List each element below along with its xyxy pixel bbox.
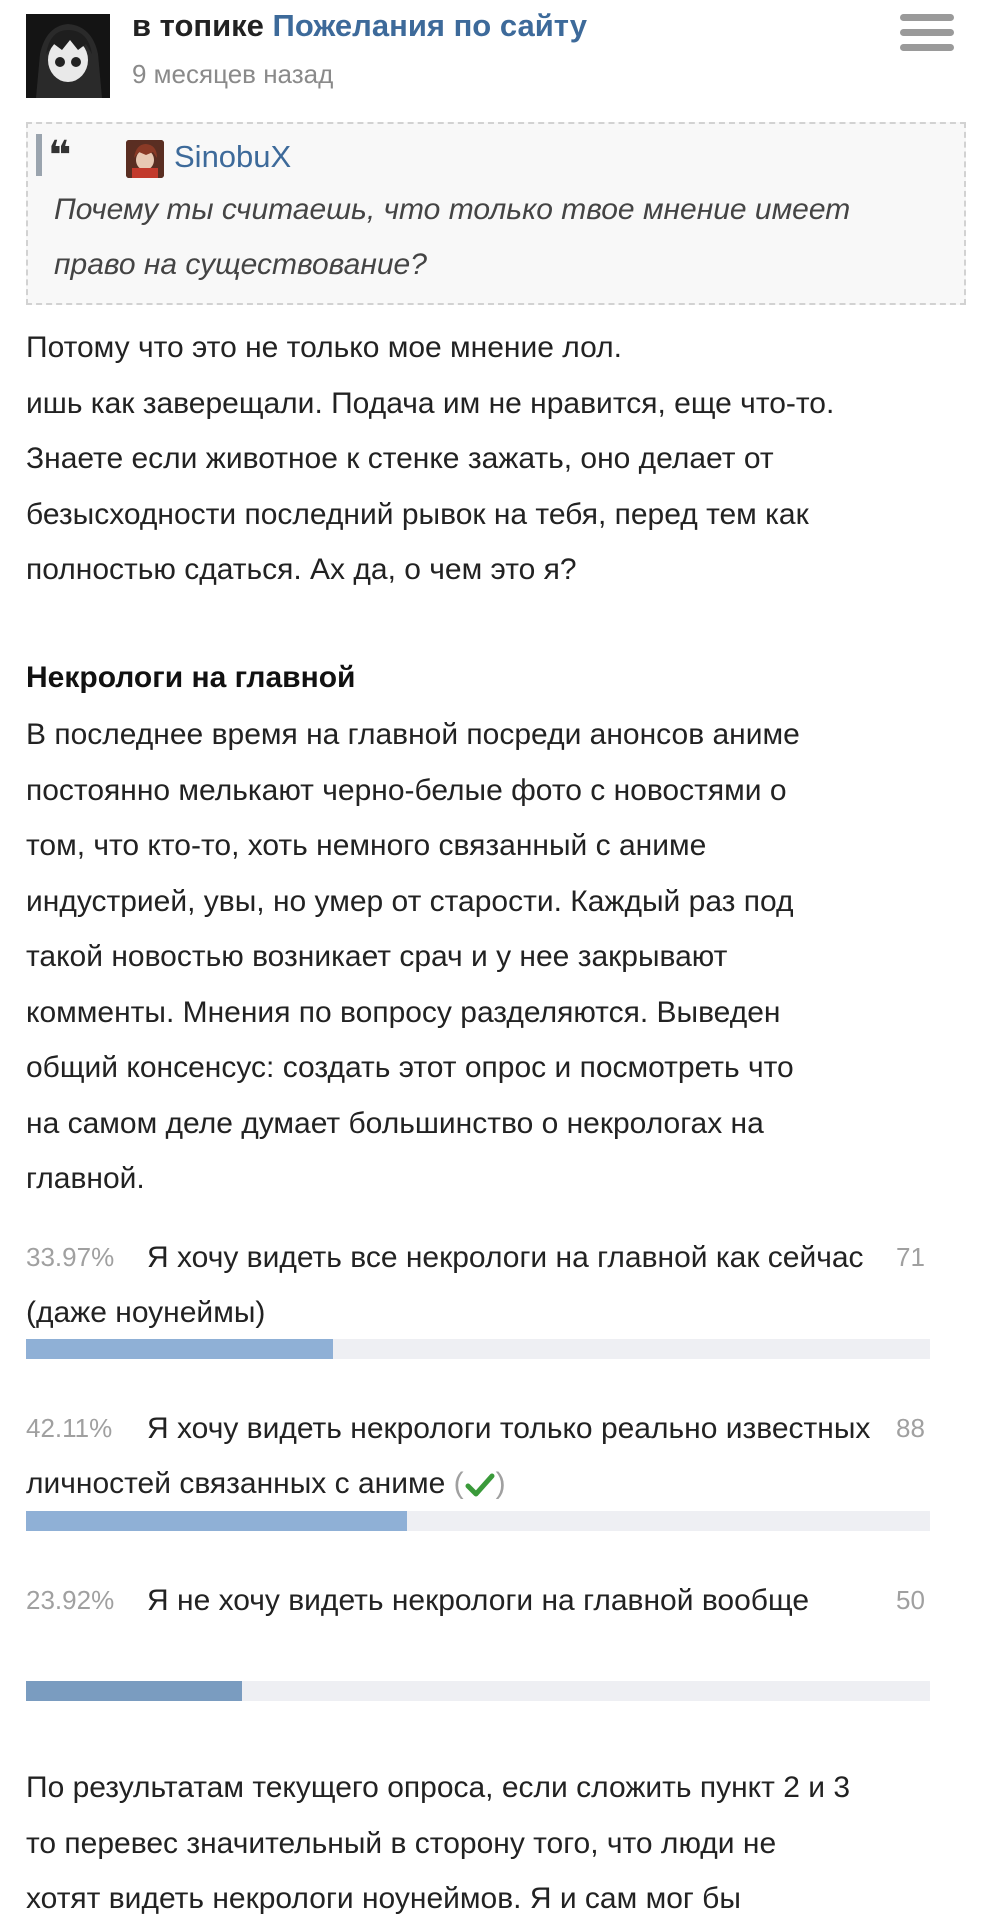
topic-header: в топике Пожелания по сайту (132, 6, 587, 46)
post-line: индустрией, увы, но умер от старости. Ка… (26, 884, 794, 918)
quote-text: Почему ты считаешь, что только твое мнен… (54, 193, 851, 281)
post-line: главной. (26, 1162, 145, 1195)
comment-line: Знаете если животное к стенке зажать, он… (26, 442, 774, 475)
comment-text: Потому что это не только мое мнение лол.… (26, 320, 966, 598)
poll-option-1-count: 71 (896, 1242, 925, 1272)
post-line: на самом деле думает большинство о некро… (26, 1106, 764, 1140)
quote-username[interactable]: SinobuX (174, 134, 291, 180)
poll-option-2-count: 88 (896, 1413, 925, 1443)
poll-option-2-bar (26, 1511, 930, 1531)
poll-option-3-text[interactable]: Я не хочу видеть некрологи на главной во… (26, 1573, 876, 1628)
post-line: В последнее время на главной посреди ано… (26, 718, 800, 751)
poll-option-3-bar-fill (26, 1681, 243, 1701)
footer-text: По результатам текущего опроса, если сло… (26, 1760, 966, 1927)
poll-option-1-bar (26, 1339, 930, 1359)
quote-block: ❝ SinobuX Почему ты считаешь, что только… (26, 122, 966, 305)
post-line: комменты. Мнения по вопросу разделяются.… (26, 995, 781, 1029)
post-line: такой новостью возникает срач и у нее за… (26, 940, 728, 973)
footer-line: то перевес значительный в сторону того, … (26, 1826, 777, 1860)
quote-bar (36, 134, 42, 176)
poll-option-2-bar-fill (26, 1511, 407, 1531)
footer-line: По результатам текущего опроса, если сло… (26, 1771, 851, 1804)
post-line: том, что кто-то, хоть немного связанный … (26, 829, 707, 862)
comment-line: Потому что это не только мое мнение лол. (26, 331, 622, 364)
comment-line: ишь как заверещали. Подача им не нравитс… (26, 386, 835, 420)
check-icon (465, 1473, 495, 1497)
poll-option-1-bar-fill (26, 1339, 334, 1359)
poll-option-3-bar (26, 1681, 930, 1701)
voted-mark: () (453, 1467, 506, 1500)
user-avatar[interactable] (26, 14, 110, 98)
quote-mark-icon: ❝ (48, 133, 72, 179)
poll-option-1-text[interactable]: Я хочу видеть все некрологи на главной к… (26, 1230, 876, 1340)
poll-option-2-text[interactable]: Я хочу видеть некрологи только реально и… (26, 1401, 876, 1511)
topic-prefix: в топике (132, 8, 264, 43)
comment-line: безысходности последний рывок на тебя, п… (26, 497, 809, 531)
poll-option-3-count: 50 (896, 1585, 925, 1615)
menu-icon[interactable] (900, 14, 954, 58)
footer-line: хотят видеть некрологи ноунеймов. Я и са… (26, 1882, 741, 1915)
topic-link[interactable]: Пожелания по сайту (273, 8, 587, 43)
post-time: 9 месяцев назад (132, 59, 334, 89)
post-heading: Некрологи на главной (26, 661, 356, 694)
comment-line: полностью сдаться. Ах да, о чем это я? (26, 553, 577, 586)
post-line: общий консенсус: создать этот опрос и по… (26, 1051, 794, 1084)
poll-option-2-label: Я хочу видеть некрологи только реально и… (26, 1412, 871, 1500)
post-line: постоянно мелькают черно-белые фото с но… (26, 773, 787, 807)
quote-avatar[interactable] (126, 140, 164, 178)
post-description: В последнее время на главной посреди ано… (26, 707, 966, 1207)
